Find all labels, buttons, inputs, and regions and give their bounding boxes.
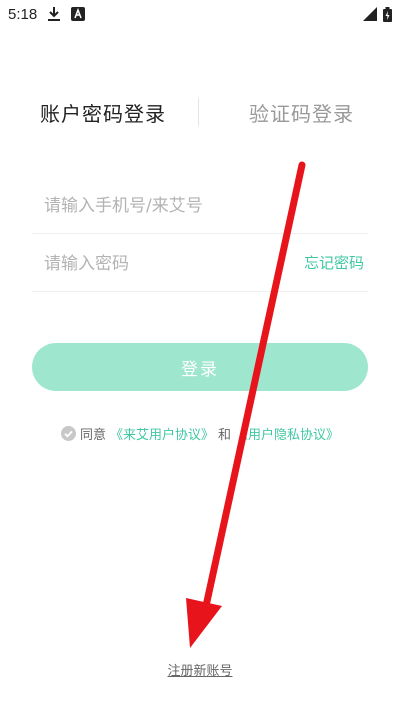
- phone-input[interactable]: [42, 190, 296, 222]
- password-field: 忘记密码: [32, 234, 368, 292]
- forgot-password-link[interactable]: 忘记密码: [304, 252, 364, 273]
- agree-checkbox[interactable]: [60, 425, 76, 441]
- privacy-policy-link[interactable]: 《用户隐私协议》: [235, 424, 339, 443]
- notification-a-icon: [71, 7, 86, 21]
- status-time: 5:18: [8, 5, 38, 23]
- download-icon: [47, 6, 61, 22]
- agree-prefix: 同意: [79, 427, 106, 443]
- tab-divider: [198, 98, 199, 126]
- login-tabs: 账户密码登录 验证码登录: [0, 88, 400, 136]
- agree-and: 和: [218, 427, 232, 443]
- user-agreement-link[interactable]: 《来艾用户协议》: [110, 424, 214, 443]
- password-input[interactable]: [42, 248, 296, 280]
- agreement-row: 同意 《来艾用户协议》 和 《用户隐私协议》: [0, 422, 400, 444]
- tab-password-login[interactable]: 账户密码登录: [40, 98, 166, 127]
- signal-icon: [363, 7, 377, 21]
- battery-icon: [383, 6, 392, 22]
- status-bar: 5:18: [0, 0, 400, 28]
- login-button[interactable]: 登录: [32, 343, 368, 391]
- phone-field: [32, 176, 368, 234]
- register-link[interactable]: 注册新账号: [0, 660, 400, 679]
- tab-code-login[interactable]: 验证码登录: [249, 98, 354, 127]
